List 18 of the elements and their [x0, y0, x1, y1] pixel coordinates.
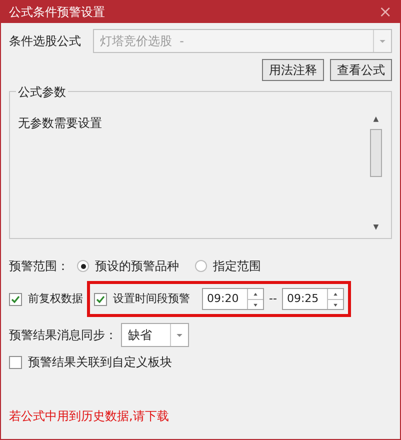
checkbox-option[interactable]: 设置时间段预警 [94, 290, 190, 308]
formula-label: 条件选股公式 [9, 33, 81, 50]
range-label: 预警范围： [9, 258, 69, 275]
checkbox-option[interactable]: 预警结果关联到自定义板块 [9, 353, 392, 371]
window-title: 公式条件预警设置 [9, 4, 105, 21]
action-button[interactable]: 用法注释 [262, 59, 324, 81]
time-spinner[interactable]: 09:20 [202, 288, 264, 310]
group-title: 公式参数 [16, 83, 68, 101]
checkbox-option[interactable]: 前复权数据 [9, 290, 83, 308]
radio-option[interactable]: 预设的预警品种 [77, 257, 179, 275]
range-separator: -- [269, 290, 277, 307]
sync-dropdown[interactable]: 缺省 [121, 323, 189, 347]
sync-label: 预警结果消息同步： [9, 327, 117, 344]
time-spinner[interactable]: 09:25 [282, 288, 344, 310]
action-button[interactable]: 查看公式 [330, 59, 392, 81]
radio-option[interactable]: 指定范围 [195, 257, 261, 275]
params-text: 无参数需要设置 [18, 115, 103, 132]
warning-note: 若公式中用到历史数据,请下载 [9, 408, 170, 425]
